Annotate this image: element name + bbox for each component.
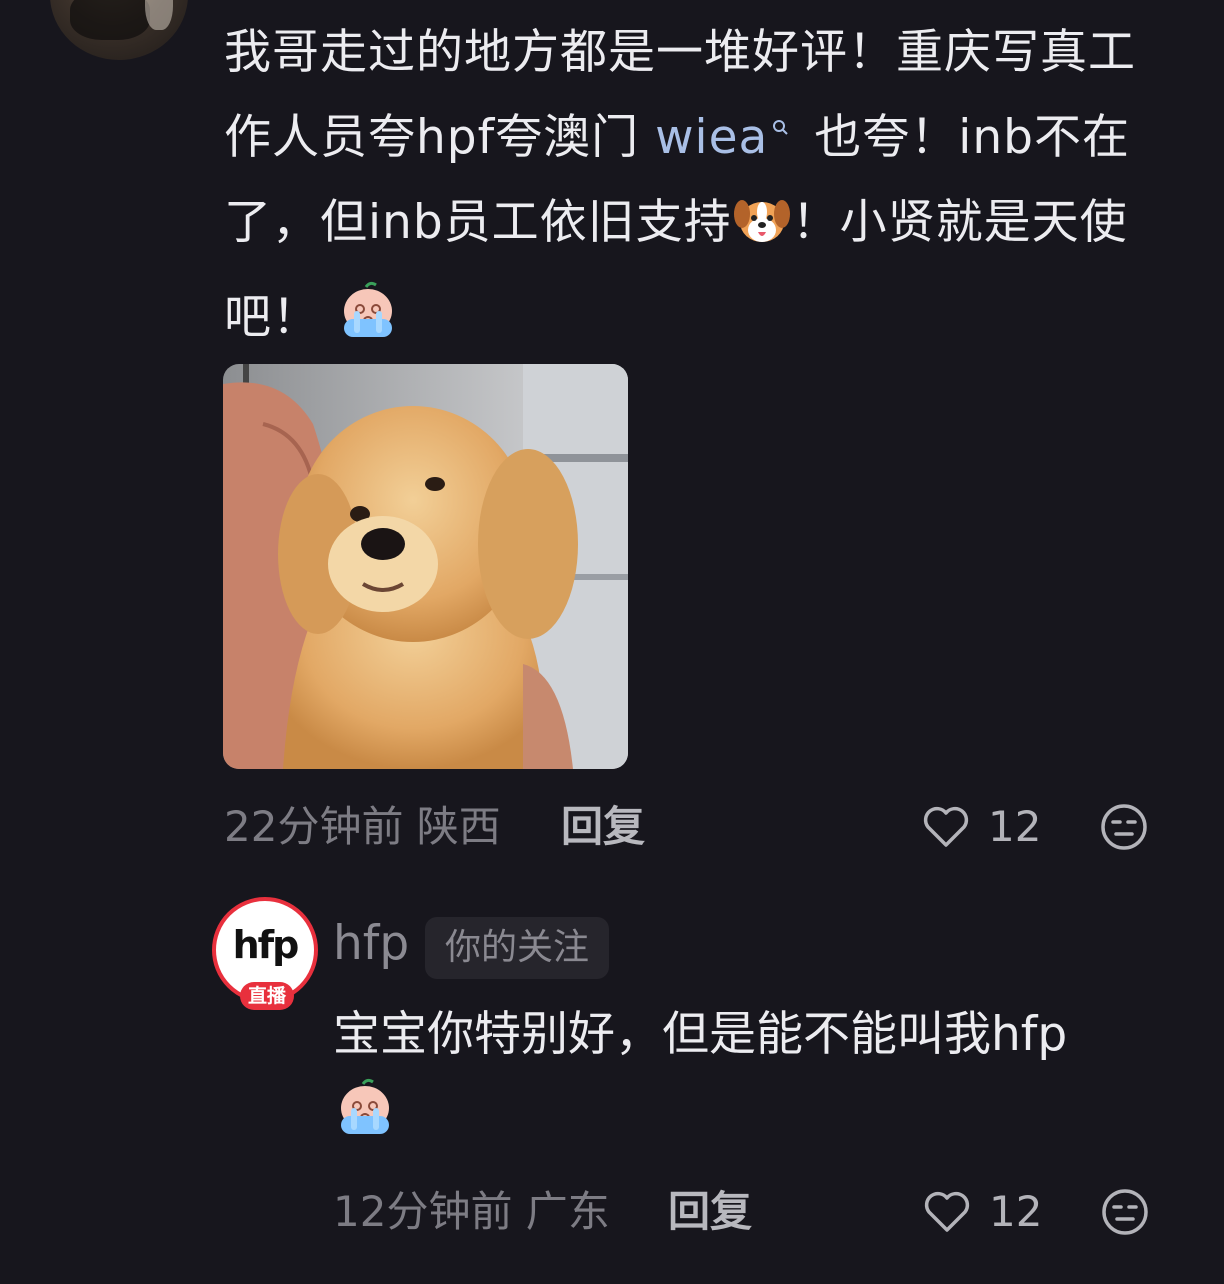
live-badge[interactable]: 直播 [240,982,294,1010]
avatar[interactable] [50,0,188,60]
reply-text-part: 宝宝你特别好，但是能不能叫我hfp [333,1007,1068,1062]
comment-image[interactable] [223,364,628,769]
reply-time-location: 12分钟前 广东 [333,1187,610,1236]
comment-text: 我哥走过的地方都是一堆好评！重庆写真工作人员夸hpf夸澳门 wiea 也夸！in… [224,10,1174,370]
reply-text: 宝宝你特别好，但是能不能叫我hfp [333,995,1183,1165]
crying-emoji-icon [333,1076,397,1165]
heart-icon[interactable] [920,801,972,853]
follow-tag: 你的关注 [425,917,610,979]
comment-thread: 我哥走过的地方都是一堆好评！重庆写真工作人员夸hpf夸澳门 wiea 也夸！in… [0,0,1224,1284]
crying-emoji-icon [336,279,400,370]
like-count: 12 [989,1187,1043,1236]
heart-icon[interactable] [921,1186,973,1238]
dog-emoji-icon [732,190,792,275]
avatar-logo: hfp [232,923,300,967]
reply-meta: 12分钟前 广东 回复 12 [333,1182,1163,1242]
reply-button[interactable]: 回复 [668,1182,752,1242]
dislike-face-icon[interactable] [1099,1186,1151,1238]
search-icon[interactable] [772,119,789,135]
reply-username[interactable]: hfp [333,914,409,974]
reply-button[interactable]: 回复 [561,797,645,857]
like-count: 12 [988,802,1042,851]
comment-meta: 22分钟前 陕西 回复 12 [224,797,1164,857]
comment-time-location: 22分钟前 陕西 [224,802,501,851]
dislike-face-icon[interactable] [1098,801,1150,853]
search-link[interactable]: wiea [655,110,768,165]
